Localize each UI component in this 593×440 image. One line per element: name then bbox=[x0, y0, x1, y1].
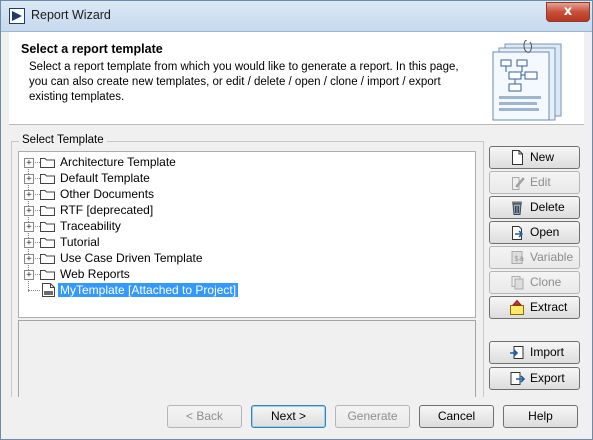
tree-branch-line bbox=[33, 226, 40, 227]
folder-icon bbox=[40, 190, 55, 200]
expand-icon[interactable]: + bbox=[24, 158, 34, 168]
app-icon bbox=[9, 8, 25, 24]
close-button[interactable]: x bbox=[546, 2, 590, 22]
tree-item-rtf[interactable]: + RTF [deprecated] bbox=[19, 202, 475, 218]
clone-icon bbox=[511, 276, 524, 290]
folder-icon bbox=[40, 206, 55, 216]
clone-button[interactable]: Clone bbox=[489, 271, 580, 294]
variable-icon: $a bbox=[511, 251, 524, 264]
expand-icon[interactable]: + bbox=[24, 174, 34, 184]
tree-item-mytemplate[interactable]: MyTemplate [Attached to Project] bbox=[19, 282, 475, 298]
tree-item-web-reports[interactable]: + Web Reports bbox=[19, 266, 475, 282]
clone-button-label: Clone bbox=[530, 275, 562, 289]
tree-branch-line bbox=[33, 242, 40, 243]
tree-item-label: Traceability bbox=[60, 219, 121, 233]
template-tree[interactable]: + Architecture Template + Default Templa… bbox=[18, 151, 476, 318]
tree-item-label: Use Case Driven Template bbox=[60, 251, 203, 265]
import-button[interactable]: Import bbox=[489, 341, 580, 364]
tree-item-architecture-template[interactable]: + Architecture Template bbox=[19, 154, 475, 170]
report-document-icon bbox=[492, 40, 562, 121]
expand-icon[interactable]: + bbox=[24, 270, 34, 280]
tree-item-use-case-driven-template[interactable]: + Use Case Driven Template bbox=[19, 250, 475, 266]
edit-button[interactable]: Edit bbox=[489, 171, 580, 194]
back-button[interactable]: < Back bbox=[167, 405, 242, 428]
tree-branch-line bbox=[28, 290, 40, 291]
delete-button[interactable]: Delete bbox=[489, 196, 580, 219]
title-bar[interactable]: Report Wizard x bbox=[1, 1, 592, 32]
new-button-label: New bbox=[530, 150, 555, 164]
edit-icon bbox=[512, 177, 525, 190]
tree-branch-line bbox=[33, 258, 40, 259]
next-button[interactable]: Next > bbox=[251, 405, 326, 428]
template-description-panel bbox=[18, 320, 476, 400]
variable-button[interactable]: $a Variable bbox=[489, 246, 580, 269]
tree-item-label: Web Reports bbox=[60, 267, 130, 281]
variable-button-label: Variable bbox=[530, 250, 574, 264]
import-icon bbox=[510, 346, 524, 359]
new-document-icon bbox=[512, 150, 523, 165]
expand-icon[interactable]: + bbox=[24, 222, 34, 232]
tree-item-label: RTF [deprecated] bbox=[60, 203, 154, 217]
export-button[interactable]: Export bbox=[489, 367, 580, 390]
select-template-label: Select Template bbox=[19, 134, 107, 146]
open-button-label: Open bbox=[530, 225, 560, 239]
folder-icon bbox=[40, 254, 55, 264]
folder-icon bbox=[40, 174, 55, 184]
report-wizard-window: Report Wizard x Select a report template… bbox=[0, 0, 593, 440]
export-button-label: Export bbox=[530, 371, 565, 385]
tree-item-traceability[interactable]: + Traceability bbox=[19, 218, 475, 234]
expand-icon[interactable]: + bbox=[24, 206, 34, 216]
open-button[interactable]: Open bbox=[489, 221, 580, 244]
folder-icon bbox=[40, 158, 55, 168]
tree-branch-line bbox=[33, 162, 40, 163]
tree-item-label-selected: MyTemplate [Attached to Project] bbox=[58, 283, 239, 297]
tree-item-default-template[interactable]: + Default Template bbox=[19, 170, 475, 186]
edit-button-label: Edit bbox=[530, 175, 551, 189]
tree-item-label: Default Template bbox=[60, 171, 150, 185]
new-button[interactable]: New bbox=[489, 146, 580, 169]
generate-button[interactable]: Generate bbox=[335, 405, 410, 428]
svg-text:$a: $a bbox=[514, 254, 524, 263]
extract-button-label: Extract bbox=[530, 300, 568, 314]
folder-icon bbox=[40, 270, 55, 280]
open-icon bbox=[512, 226, 524, 240]
expand-icon[interactable]: + bbox=[24, 238, 34, 248]
extract-button[interactable]: Extract bbox=[489, 296, 580, 319]
expand-icon[interactable]: + bbox=[24, 190, 34, 200]
expand-icon[interactable]: + bbox=[24, 254, 34, 264]
help-button[interactable]: Help bbox=[503, 405, 578, 428]
import-button-label: Import bbox=[530, 345, 565, 359]
wizard-header: Select a report template Select a report… bbox=[9, 32, 584, 125]
tree-branch-line bbox=[33, 178, 40, 179]
page-description: Select a report template from which you … bbox=[29, 61, 459, 103]
folder-icon bbox=[40, 222, 55, 232]
window-title: Report Wizard bbox=[31, 8, 111, 22]
export-icon bbox=[510, 372, 525, 385]
tree-branch-line bbox=[33, 194, 40, 195]
tree-item-tutorial[interactable]: + Tutorial bbox=[19, 234, 475, 250]
trash-icon bbox=[512, 201, 522, 215]
tree-item-label: Architecture Template bbox=[60, 155, 176, 169]
tree-branch-line bbox=[33, 274, 40, 275]
extract-icon bbox=[510, 300, 524, 315]
delete-button-label: Delete bbox=[530, 200, 565, 214]
page-title: Select a report template bbox=[21, 42, 163, 56]
document-icon bbox=[42, 283, 55, 297]
folder-icon bbox=[40, 238, 55, 248]
cancel-button[interactable]: Cancel bbox=[419, 405, 494, 428]
tree-item-other-documents[interactable]: + Other Documents bbox=[19, 186, 475, 202]
tree-branch-line bbox=[33, 210, 40, 211]
tree-item-label: Tutorial bbox=[60, 235, 100, 249]
tree-item-label: Other Documents bbox=[60, 187, 155, 201]
